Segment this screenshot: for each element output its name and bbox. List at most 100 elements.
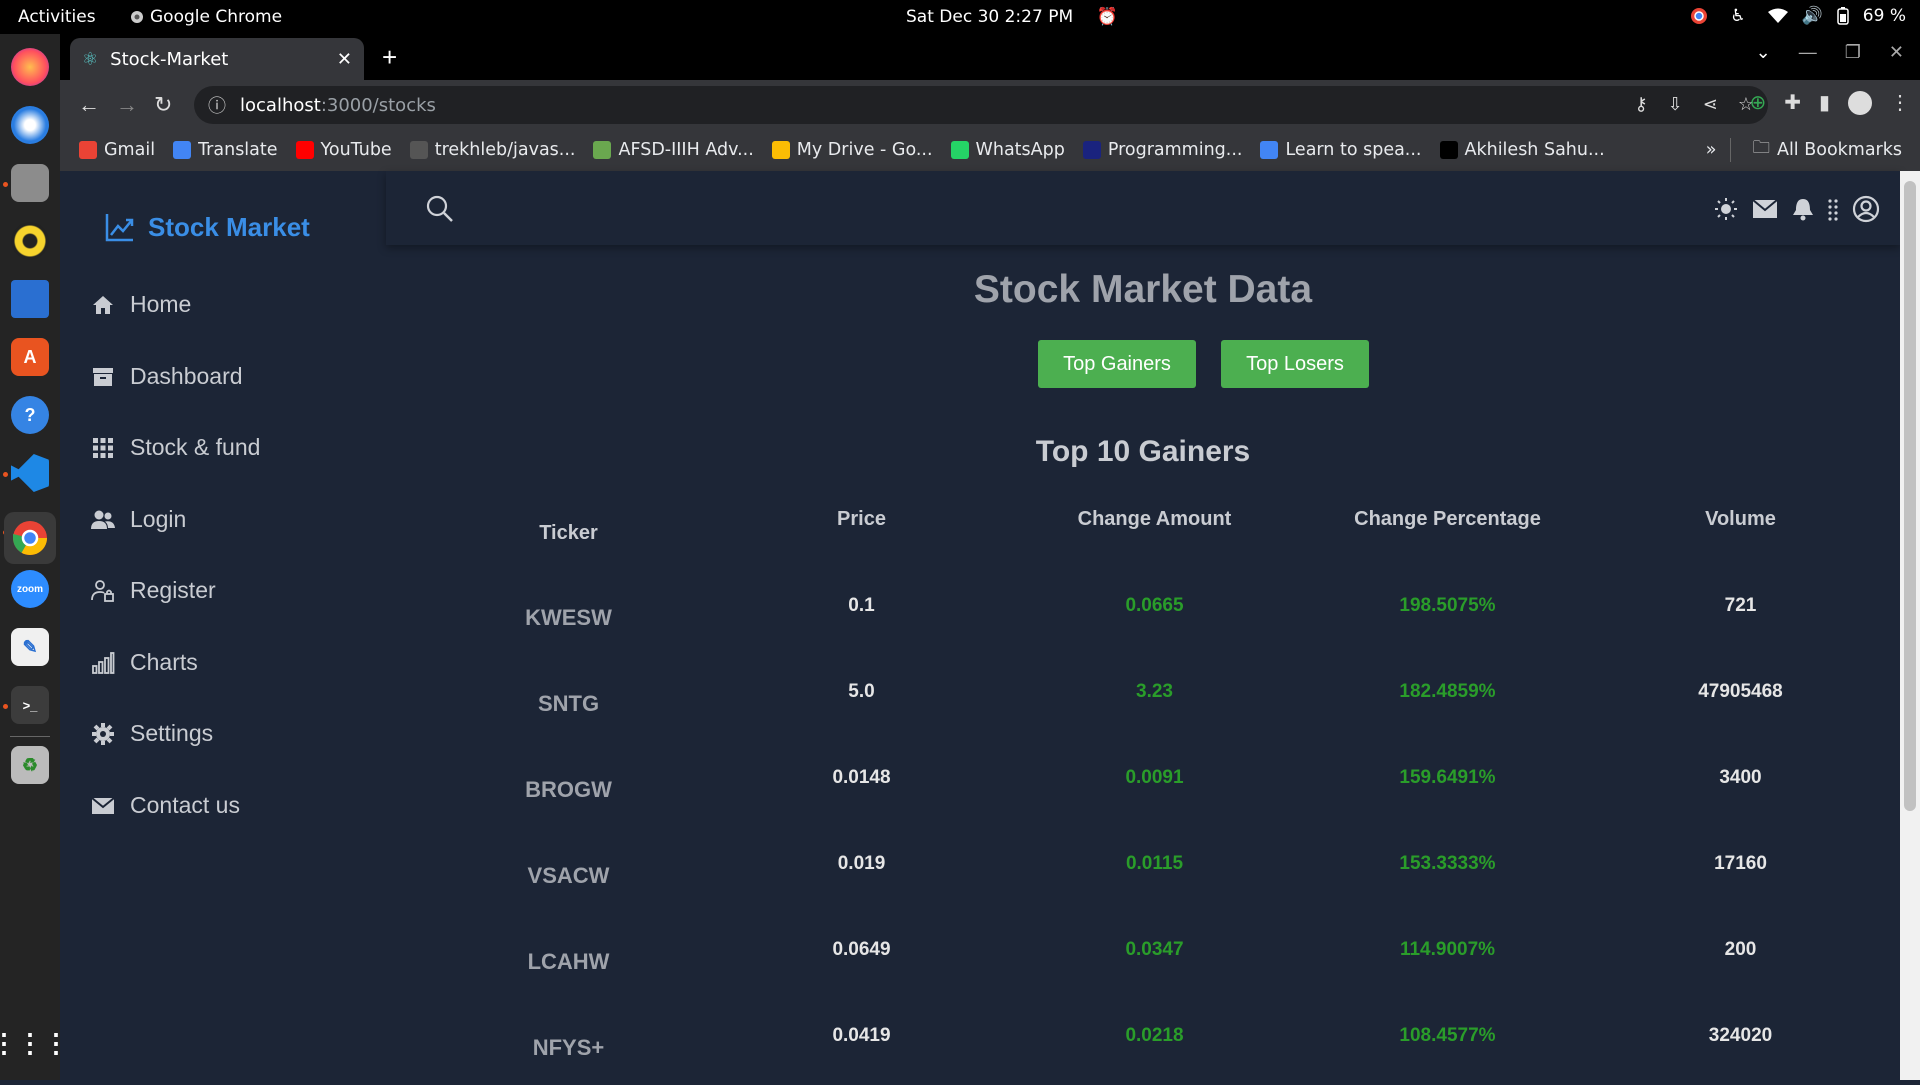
site-info-icon[interactable]: ⓘ — [208, 92, 226, 118]
alarm-icon: ⏰ — [1096, 7, 1118, 27]
reload-icon[interactable]: ↻ — [154, 92, 172, 118]
url-path: :3000/stocks — [320, 94, 436, 116]
sidebar-item-login[interactable]: Login — [90, 506, 186, 533]
extension-add-icon[interactable]: ⊕ — [1749, 90, 1766, 115]
cell-change-percentage: 182.4859% — [1399, 681, 1496, 702]
top-gainers-button[interactable]: Top Gainers — [1038, 340, 1196, 388]
bookmark-item[interactable]: WhatsApp — [942, 140, 1074, 160]
cell-volume: 47905468 — [1698, 681, 1783, 702]
column-header-change-percentage: Change Percentage — [1354, 507, 1541, 530]
scrollbar-thumb[interactable] — [1904, 181, 1916, 811]
sidebar-item-settings[interactable]: Settings — [90, 720, 213, 747]
page-scrollbar[interactable] — [1900, 171, 1920, 1080]
side-panel-icon[interactable]: ▮ — [1819, 90, 1830, 115]
menu-icon[interactable]: ⋮ — [1890, 90, 1910, 115]
close-window-icon[interactable]: ✕ — [1889, 42, 1904, 63]
sun-icon[interactable] — [1714, 197, 1738, 226]
more-bookmarks-icon[interactable]: » — [1706, 140, 1731, 160]
clock[interactable]: Sat Dec 30 2:27 PM ⏰ — [906, 7, 1118, 27]
bookmark-item[interactable]: Translate — [164, 140, 286, 160]
mail-icon[interactable] — [1752, 199, 1778, 224]
new-tab-button[interactable]: + — [382, 42, 397, 73]
bookmark-label: Gmail — [104, 139, 156, 160]
cell-change-percentage: 159.6491% — [1399, 767, 1496, 788]
url-host: localhost — [240, 94, 321, 116]
bookmark-item[interactable]: Gmail — [70, 140, 164, 160]
sidebar-item-stock-fund[interactable]: Stock & fund — [90, 434, 260, 461]
share-icon[interactable]: ⋖ — [1703, 94, 1718, 115]
brand[interactable]: Stock Market — [104, 211, 310, 243]
bookmark-item[interactable]: Akhilesh Sahu... — [1431, 140, 1614, 160]
cell-change-amount: 0.0665 — [1125, 595, 1184, 616]
table-row: LCAHW 0.0649 0.0347 114.9007% 200 — [422, 913, 1887, 999]
vscode-icon[interactable] — [11, 454, 49, 492]
grip-icon[interactable] — [1828, 197, 1838, 226]
writer-icon[interactable] — [11, 280, 49, 318]
bookmark-item[interactable]: Learn to spea... — [1251, 140, 1430, 160]
key-icon[interactable]: ⚷ — [1634, 94, 1647, 115]
software-icon[interactable]: A — [11, 338, 49, 376]
sidebar-item-charts[interactable]: Charts — [90, 649, 198, 676]
forward-icon[interactable]: → — [116, 92, 138, 118]
system-tray[interactable]: ♿ 🔊 69 % — [1690, 6, 1906, 26]
minimize-icon[interactable]: — — [1799, 42, 1817, 63]
sidebar-item-label: Login — [130, 506, 187, 532]
bookmark-item[interactable]: AFSD-IIIH Adv... — [584, 140, 762, 160]
chrome-dock-icon[interactable] — [4, 512, 56, 564]
accessibility-icon: ♿ — [1730, 6, 1746, 26]
gainers-table: Ticker Price Change Amount Change Percen… — [422, 483, 1887, 1085]
all-bookmarks[interactable]: 🗀 All Bookmarks — [1743, 135, 1920, 165]
help-icon[interactable]: ? — [11, 396, 49, 434]
thunderbird-icon[interactable] — [11, 106, 49, 144]
address-bar[interactable]: ⓘ localhost:3000/stocks ⚷ ⇩ ⋖ ☆ — [194, 86, 1768, 124]
terminal-icon[interactable]: >_ — [11, 686, 49, 724]
cell-change-percentage: 108.4577% — [1399, 1025, 1496, 1046]
bookmark-item[interactable]: YouTube — [287, 140, 401, 160]
files-icon[interactable] — [11, 164, 49, 202]
sidebar: Stock Market Home Dashboard Stock & fund Lo… — [60, 171, 386, 1080]
cell-ticker: KWESW — [525, 605, 612, 630]
bookmark-item[interactable]: My Drive - Go... — [763, 140, 942, 160]
table-header-row: Ticker Price Change Amount Change Percen… — [422, 483, 1887, 569]
user-circle-icon[interactable] — [1852, 195, 1880, 228]
activities-button[interactable]: Activities — [18, 7, 96, 27]
bookmark-favicon-icon — [409, 140, 428, 159]
bookmark-item[interactable]: Programming... — [1074, 140, 1252, 160]
top-losers-button[interactable]: Top Losers — [1221, 340, 1369, 388]
rhythmbox-icon[interactable] — [11, 222, 49, 260]
url-text: localhost:3000/stocks — [240, 95, 436, 116]
show-apps-icon[interactable]: ⋮⋮⋮ — [0, 1024, 69, 1062]
tab-active[interactable]: ⚛ Stock-Market ✕ — [70, 38, 364, 80]
bookmark-item[interactable]: trekhleb/javas... — [401, 140, 585, 160]
text-editor-icon[interactable]: ✎ — [11, 628, 49, 666]
sidebar-item-dashboard[interactable]: Dashboard — [90, 363, 243, 390]
bookmarks-bar: Gmail Translate YouTube trekhleb/javas... AF… — [60, 128, 1920, 171]
restore-icon[interactable]: ❐ — [1845, 42, 1861, 63]
app-menu[interactable]: Google Chrome — [130, 7, 282, 27]
battery-percent: 69 % — [1862, 6, 1906, 26]
search-icon[interactable] — [426, 195, 454, 228]
bell-icon[interactable] — [1792, 197, 1814, 226]
trash-icon[interactable]: ♻ — [11, 746, 49, 784]
sidebar-item-home[interactable]: Home — [90, 291, 191, 318]
profile-avatar[interactable] — [1848, 90, 1872, 115]
install-icon[interactable]: ⇩ — [1668, 94, 1683, 115]
firefox-icon[interactable] — [11, 48, 49, 86]
header-icons — [1714, 195, 1880, 228]
zoom-icon[interactable]: zoom — [11, 570, 49, 608]
sidebar-item-contact-us[interactable]: Contact us — [90, 792, 240, 819]
table-row: NFYS+ 0.0419 0.0218 108.4577% 324020 — [422, 999, 1887, 1085]
cell-change-amount: 3.23 — [1136, 681, 1173, 702]
tab-search-icon[interactable]: ⌄ — [1756, 42, 1771, 63]
column-header-ticker: Ticker — [539, 521, 598, 544]
cell-price: 0.0649 — [832, 939, 891, 960]
cell-change-amount: 0.0218 — [1125, 1025, 1184, 1046]
chrome-icon — [131, 11, 143, 23]
bookmark-favicon-icon — [79, 140, 97, 159]
cell-volume: 721 — [1724, 595, 1757, 616]
close-tab-icon[interactable]: ✕ — [337, 49, 352, 70]
sidebar-item-register[interactable]: Register — [90, 577, 216, 604]
column-header-change-amount: Change Amount — [1077, 507, 1232, 530]
extensions-icon[interactable]: ✚ — [1784, 90, 1801, 115]
back-icon[interactable]: ← — [78, 92, 100, 118]
